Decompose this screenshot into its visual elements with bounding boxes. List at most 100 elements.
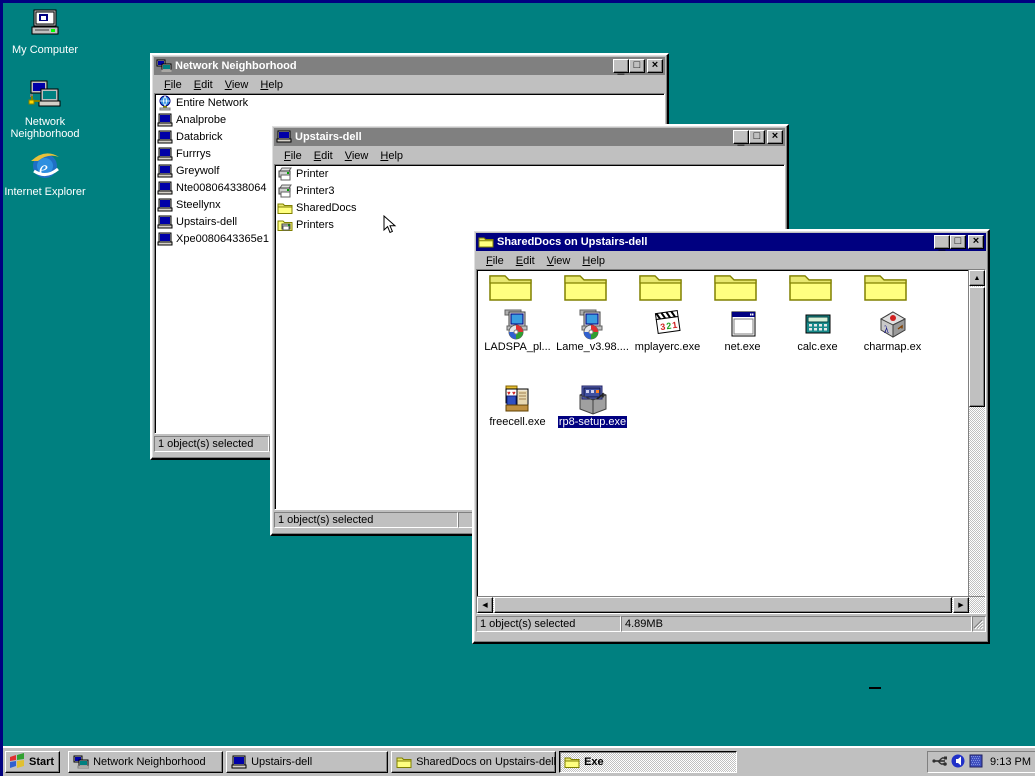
icon-grid[interactable]: LADSPA_pl... Lame_v3.98.... 3 2 1 mplaye…	[477, 270, 985, 613]
scroll-left-button[interactable]: ◀	[477, 597, 493, 613]
list-item-label: Entire Network	[176, 96, 249, 109]
menu-edit[interactable]: Edit	[510, 254, 541, 268]
close-button[interactable]: ×	[968, 235, 984, 249]
network-status-icon[interactable]	[969, 754, 983, 771]
folder-icon[interactable]	[488, 272, 533, 305]
file-item-freecell[interactable]: ♥ ♥ freecell.exe	[480, 383, 555, 431]
calculator-icon	[780, 308, 855, 340]
vertical-scroll-thumb[interactable]	[969, 287, 985, 407]
menu-view[interactable]: View	[219, 78, 255, 92]
status-objects-selected: 1 object(s) selected	[154, 436, 269, 452]
list-item-label: Printers	[296, 218, 334, 231]
list-item-label: Furrrys	[176, 147, 211, 160]
menu-file[interactable]: File	[278, 149, 308, 163]
list-item[interactable]: Printer	[275, 165, 784, 182]
titlebar-network-neighborhood[interactable]: Network Neighborhood _ □ ×	[154, 57, 665, 75]
computer-icon	[157, 197, 174, 213]
minimize-button[interactable]: _	[613, 59, 629, 74]
menubar-shareddocs[interactable]: File Edit View Help	[476, 252, 986, 269]
windows-flag-icon	[9, 752, 26, 772]
file-item-net[interactable]: net.exe	[705, 308, 780, 356]
network-neighborhood-icon	[73, 754, 90, 770]
clock[interactable]: 9:13 PM	[990, 756, 1031, 768]
maximize-button[interactable]: □	[629, 59, 645, 73]
file-item-lame[interactable]: Lame_v3.98....	[555, 308, 630, 356]
maximize-button[interactable]: □	[749, 130, 765, 144]
scroll-up-button[interactable]: ▲	[969, 270, 985, 286]
file-item-ladspa[interactable]: LADSPA_pl...	[480, 308, 555, 356]
taskbar-button-upstairs-dell[interactable]: Upstairs-dell	[226, 751, 389, 773]
menu-view[interactable]: View	[541, 254, 577, 268]
file-item-rp8-setup[interactable]: rp8-setup.exe	[555, 383, 630, 431]
list-item[interactable]: SharedDocs	[275, 199, 784, 216]
system-tray[interactable]: 9:13 PM	[927, 751, 1035, 773]
maximize-button[interactable]: □	[950, 235, 966, 249]
taskbar-button-label: SharedDocs on Upstairs-dell	[416, 756, 557, 768]
list-item[interactable]: Entire Network	[155, 94, 664, 111]
file-item-calc[interactable]: calc.exe	[780, 308, 855, 356]
desktop-icon-internet-explorer[interactable]: e Internet Explorer	[3, 149, 87, 198]
vertical-scrollbar[interactable]: ▲	[968, 270, 985, 613]
status-objects-selected: 1 object(s) selected	[274, 512, 458, 528]
volume-icon[interactable]	[951, 754, 966, 771]
taskbar-button-exe[interactable]: Exe	[559, 751, 738, 773]
setup-cd-icon	[555, 308, 630, 340]
printers-folder-icon	[277, 217, 294, 233]
network-neighborhood-icon	[156, 59, 173, 73]
file-view-shareddocs[interactable]: LADSPA_pl... Lame_v3.98.... 3 2 1 mplaye…	[476, 269, 986, 614]
taskbar-button-shareddocs[interactable]: SharedDocs on Upstairs-dell	[391, 751, 557, 773]
folder-icon[interactable]	[788, 272, 833, 305]
desktop-icon-network-neighborhood[interactable]: Network Neighborhood	[3, 79, 87, 140]
minimize-button[interactable]: _	[934, 235, 950, 250]
horizontal-scrollbar[interactable]: ◀ ▶	[477, 596, 985, 613]
menu-help[interactable]: Help	[254, 78, 289, 92]
menubar-network-neighborhood[interactable]: File Edit View Help	[154, 76, 665, 93]
desktop-icon-label: Internet Explorer	[4, 186, 86, 198]
folder-icon[interactable]	[638, 272, 683, 305]
close-button[interactable]: ×	[767, 130, 783, 144]
folder-icon	[564, 754, 580, 770]
menu-help[interactable]: Help	[374, 149, 409, 163]
taskbar[interactable]: Start Network Neighborhood Upstairs-dell…	[3, 746, 1035, 776]
computer-icon	[276, 130, 292, 144]
usb-icon[interactable]	[932, 754, 948, 771]
window-shareddocs[interactable]: SharedDocs on Upstairs-dell _ □ × File E…	[472, 229, 990, 644]
minimize-button[interactable]: _	[733, 130, 749, 145]
window-title: Network Neighborhood	[175, 60, 297, 72]
file-item-label: charmap.ex	[863, 341, 922, 353]
setup-cd-icon	[480, 308, 555, 340]
menu-edit[interactable]: Edit	[188, 78, 219, 92]
file-item-mplayerc[interactable]: 3 2 1 mplayerc.exe	[630, 308, 705, 356]
computer-icon	[157, 112, 174, 128]
titlebar-shareddocs[interactable]: SharedDocs on Upstairs-dell _ □ ×	[476, 233, 986, 251]
computer-icon	[157, 214, 174, 230]
start-button[interactable]: Start	[5, 751, 61, 773]
menu-help[interactable]: Help	[576, 254, 611, 268]
menu-edit[interactable]: Edit	[308, 149, 339, 163]
resize-grip[interactable]	[972, 616, 986, 632]
folder-icon[interactable]	[863, 272, 908, 305]
menu-view[interactable]: View	[339, 149, 375, 163]
list-item[interactable]: Printer3	[275, 182, 784, 199]
desktop-icon-my-computer[interactable]: My Computer	[3, 7, 87, 56]
scroll-right-button[interactable]: ▶	[953, 597, 969, 613]
computer-icon	[157, 231, 174, 247]
desktop[interactable]: My Computer Network Neighborhood e Inter…	[0, 0, 1035, 776]
titlebar-upstairs-dell[interactable]: Upstairs-dell _ □ ×	[274, 128, 785, 146]
menu-file[interactable]: File	[158, 78, 188, 92]
file-item-label: calc.exe	[797, 341, 838, 353]
close-button[interactable]: ×	[647, 59, 663, 73]
menu-file[interactable]: File	[480, 254, 510, 268]
printer-icon	[277, 166, 294, 182]
folder-icon[interactable]	[713, 272, 758, 305]
computer-icon	[157, 146, 174, 162]
media-clapper-icon: 3 2 1	[630, 308, 705, 340]
taskbar-button-network-neighborhood[interactable]: Network Neighborhood	[68, 751, 224, 773]
menubar-upstairs-dell[interactable]: File Edit View Help	[274, 147, 785, 164]
horizontal-scroll-thumb[interactable]	[494, 597, 952, 613]
setup-box-icon	[555, 383, 630, 415]
folder-icon[interactable]	[563, 272, 608, 305]
file-item-charmap[interactable]: λ charmap.ex	[855, 308, 930, 356]
list-item-label: Printer3	[296, 184, 335, 197]
window-title: Upstairs-dell	[295, 131, 362, 143]
